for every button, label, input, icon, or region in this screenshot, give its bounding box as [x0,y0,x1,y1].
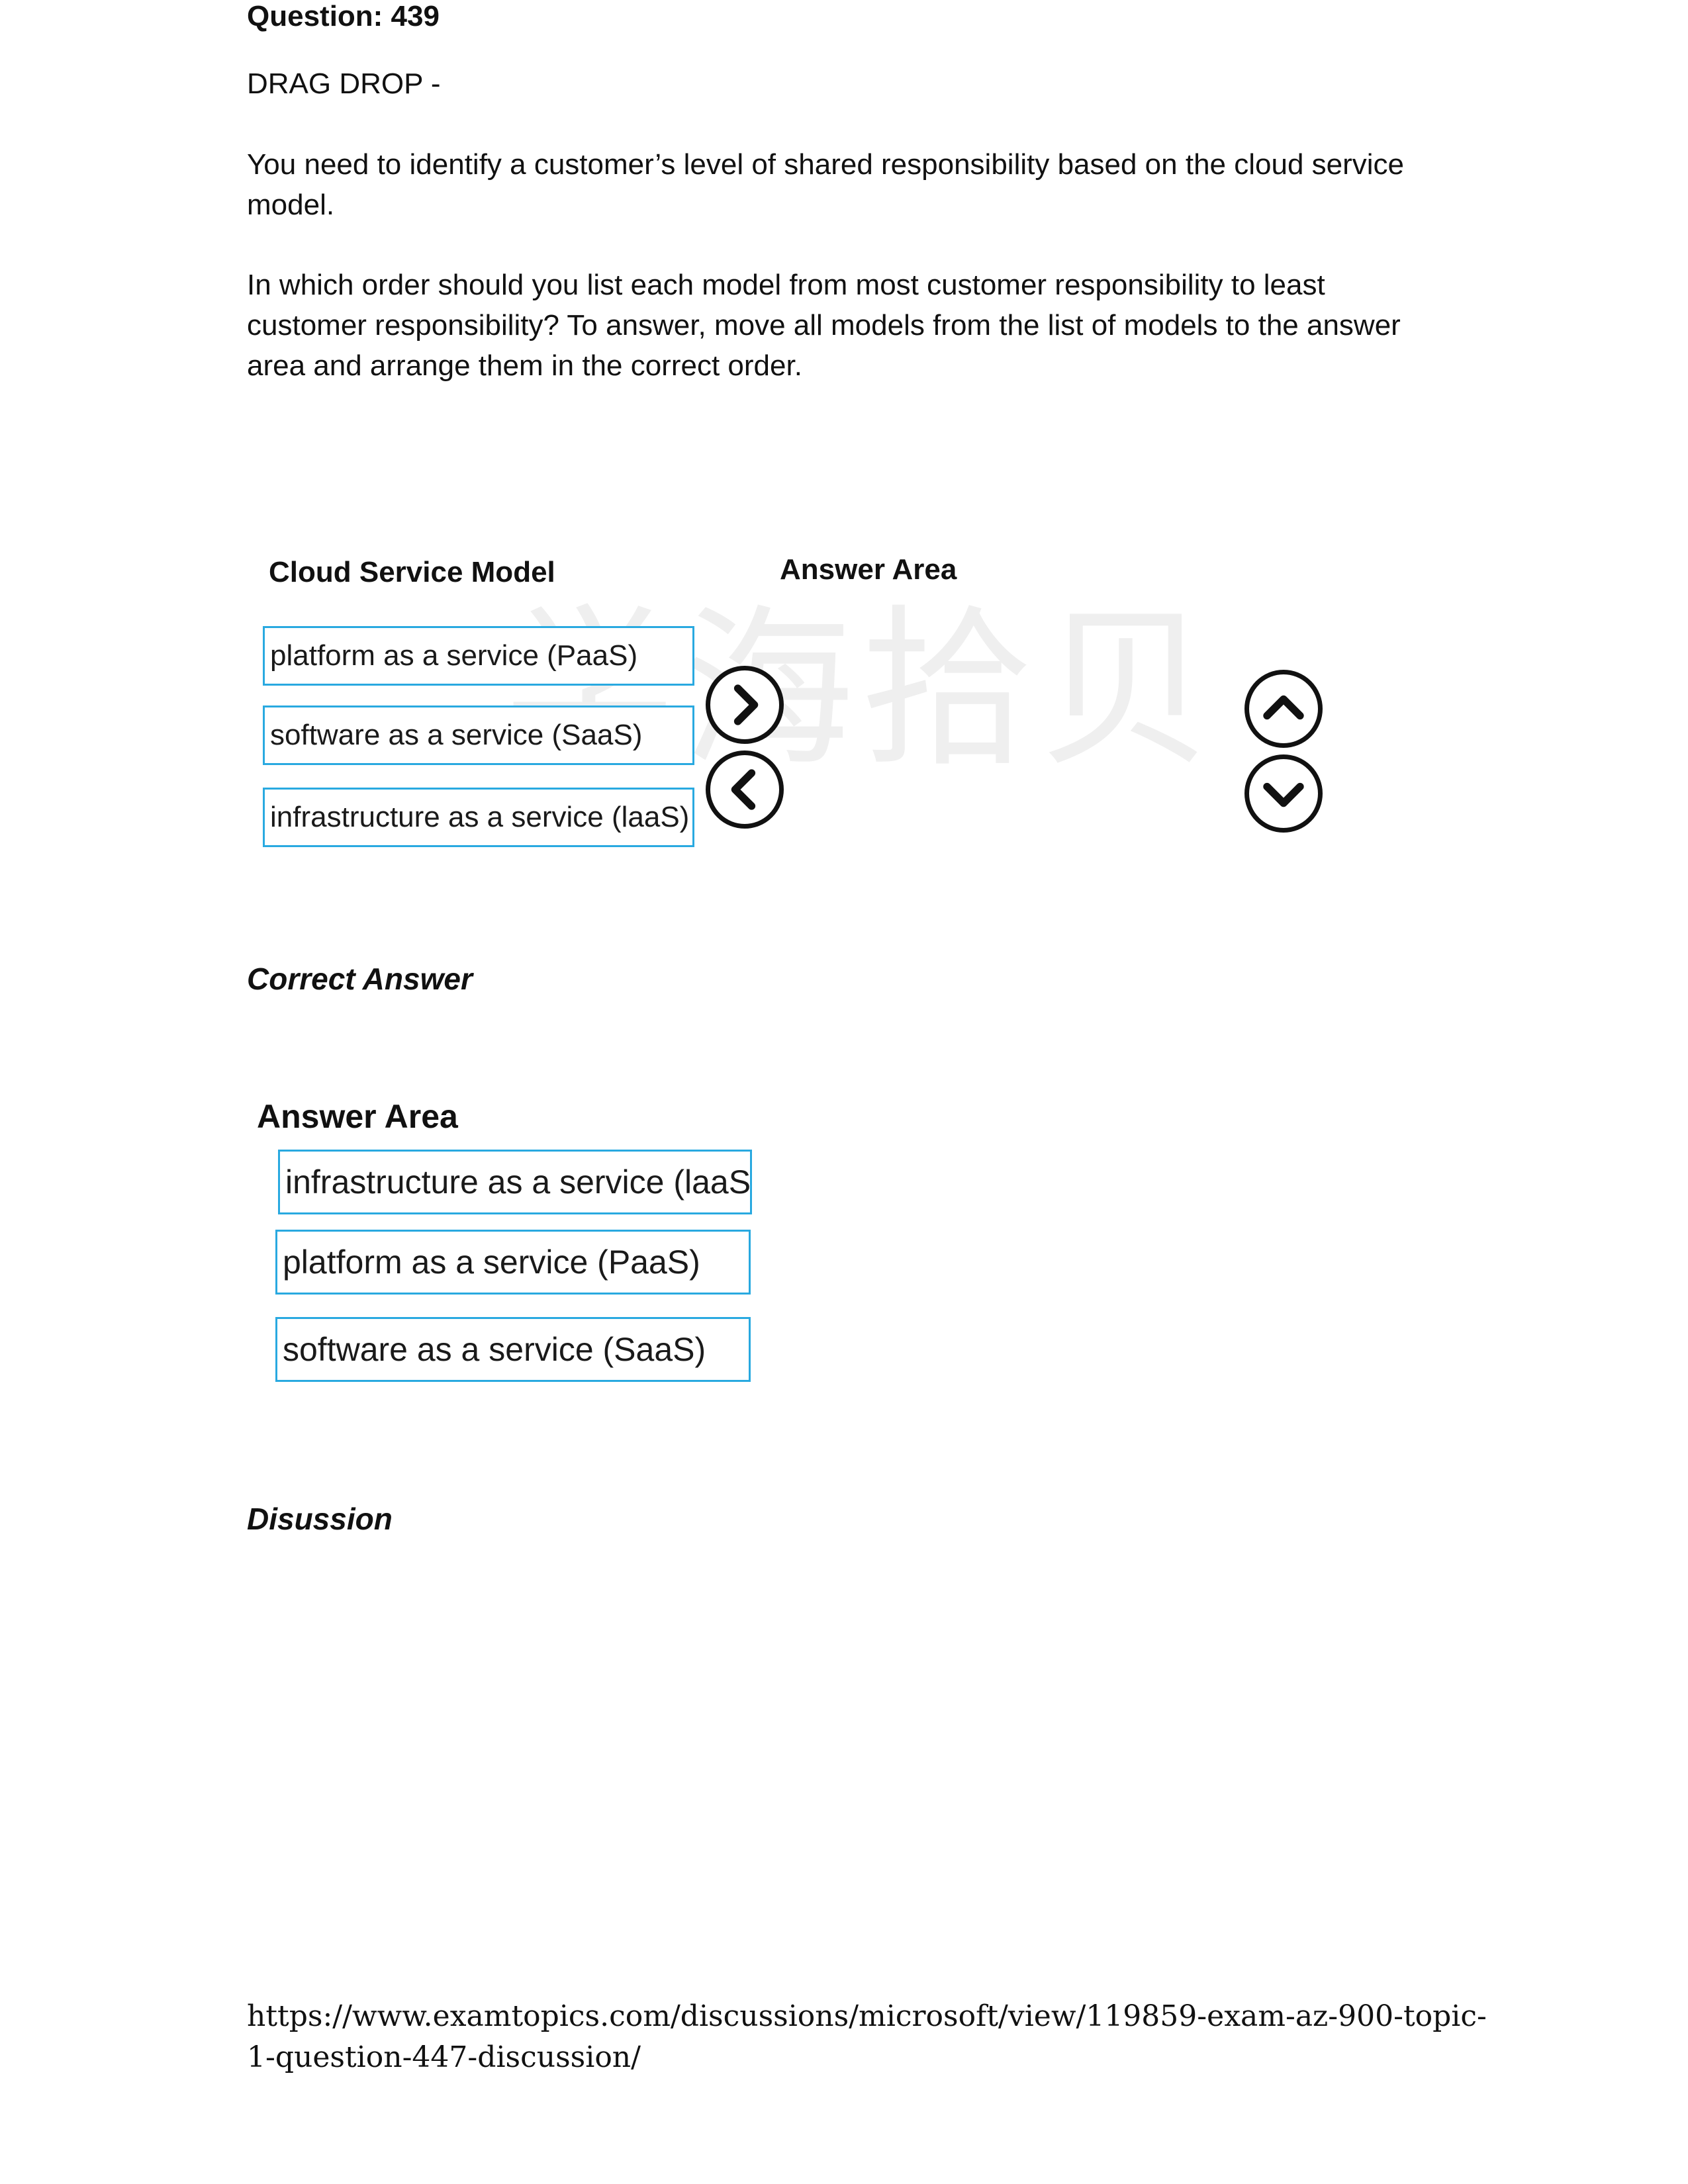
option-paas[interactable]: platform as a service (PaaS) [263,626,694,686]
question-title: Question: 439 [247,0,440,32]
question-prompt: You need to identify a customer’s level … [247,148,1405,221]
answer-item-1: infrastructure as a service (laaS) [278,1150,752,1214]
move-up-icon [1263,695,1304,720]
option-saas[interactable]: software as a service (SaaS) [263,705,694,765]
answer-item-3: software as a service (SaaS) [275,1317,751,1382]
question-instruction: In which order should you list each mode… [247,269,1401,382]
discussion-heading: Disussion [247,1502,393,1536]
move-right-icon [733,684,759,725]
move-up-button[interactable] [1244,670,1323,748]
move-left-icon [731,769,756,810]
option-iaas[interactable]: infrastructure as a service (laaS) [263,788,694,847]
source-list-heading: Cloud Service Model [269,556,555,588]
source-url[interactable]: https://www.examtopics.com/discussions/m… [247,1996,1505,2078]
answer-item-2: platform as a service (PaaS) [275,1230,751,1295]
correct-answer-heading: Correct Answer [247,962,473,996]
question-type: DRAG DROP - [247,68,441,100]
correct-answer-area-heading: Answer Area [257,1098,458,1135]
answer-area-heading: Answer Area [780,553,957,586]
move-down-icon [1263,782,1304,807]
move-down-button[interactable] [1244,754,1323,833]
move-right-button[interactable] [706,666,784,744]
move-left-button[interactable] [706,751,784,829]
